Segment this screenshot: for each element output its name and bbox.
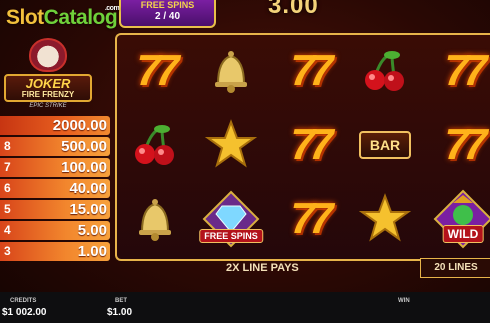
reel-area: 77 FREE SPINS 77 77 77 BAR 77 77 WILD bbox=[115, 33, 490, 261]
game-logo: JOKER FIRE FRENZY EPIC STRIKE bbox=[4, 38, 92, 110]
total-win-display: 3.00 bbox=[268, 0, 319, 19]
free-spins-count: 2 / 40 bbox=[154, 11, 181, 22]
line-pays-label: 2X LINE PAYS bbox=[226, 262, 299, 274]
paytable-row: 6 40.00 bbox=[0, 179, 110, 198]
pay-value: 500.00 bbox=[61, 138, 107, 155]
seven-icon: 77 bbox=[444, 46, 488, 95]
pay-value: 2000.00 bbox=[52, 117, 107, 134]
seven-symbol: 77 bbox=[277, 39, 341, 103]
free-spins-symbol-label: FREE SPINS bbox=[199, 229, 263, 243]
pay-value: 15.00 bbox=[69, 201, 107, 218]
pay-count: 5 bbox=[4, 202, 11, 216]
bar-label: BAR bbox=[359, 131, 411, 159]
seven-icon: 77 bbox=[444, 120, 488, 169]
free-spins-title: FREE SPINS bbox=[140, 0, 195, 10]
paytable-row: 3 1.00 bbox=[0, 242, 110, 261]
bell-symbol bbox=[123, 187, 187, 251]
paytable-row: 4 5.00 bbox=[0, 221, 110, 240]
bell-symbol bbox=[199, 39, 263, 103]
paytable-row: 7 100.00 bbox=[0, 158, 110, 177]
bell-icon bbox=[139, 199, 171, 241]
seven-symbol: 77 bbox=[431, 113, 490, 177]
bell-icon bbox=[215, 51, 247, 93]
bar-symbol: BAR bbox=[353, 113, 417, 177]
wild-symbol-label: WILD bbox=[442, 225, 484, 243]
star-symbol bbox=[353, 187, 417, 251]
paytable-row: 5 15.00 bbox=[0, 200, 110, 219]
seven-icon: 77 bbox=[290, 120, 334, 169]
free-spins-counter: FREE SPINS 2 / 40 bbox=[119, 0, 216, 28]
cherry-icon bbox=[135, 125, 174, 165]
pay-value: 100.00 bbox=[61, 159, 107, 176]
pay-count: 6 bbox=[4, 181, 11, 195]
game-title-box: JOKER FIRE FRENZY bbox=[4, 74, 92, 102]
seven-icon: 77 bbox=[136, 46, 180, 95]
bet-value: $1.00 bbox=[107, 307, 133, 318]
pay-count: 8 bbox=[4, 139, 11, 153]
watermark-part1: Slot bbox=[6, 6, 44, 29]
cherry-symbol bbox=[123, 113, 187, 177]
star-icon bbox=[205, 119, 257, 168]
paytable: 2000.00 8 500.00 7 100.00 6 40.00 5 15.00 45… bbox=[0, 116, 110, 263]
seven-symbol: 77 bbox=[277, 187, 341, 251]
game-title-line1: JOKER bbox=[25, 76, 71, 91]
watermark-logo: SlotCatalog .com bbox=[6, 5, 120, 30]
cherry-symbol bbox=[353, 39, 417, 103]
seven-icon: 77 bbox=[290, 194, 334, 243]
pay-value: 40.00 bbox=[69, 180, 107, 197]
seven-symbol: 77 bbox=[431, 39, 490, 103]
lines-button[interactable]: 20 LINES bbox=[420, 258, 490, 278]
star-icon bbox=[359, 193, 411, 242]
game-title-line2: FIRE FRENZY bbox=[21, 90, 75, 99]
epic-strike-tag: EPIC STRIKE bbox=[29, 103, 67, 109]
credits-label: CREDITS bbox=[10, 298, 37, 304]
paytable-row: 8 500.00 bbox=[0, 137, 110, 156]
jester-icon bbox=[29, 38, 67, 72]
star-symbol bbox=[199, 113, 263, 177]
seven-symbol: 77 bbox=[123, 39, 187, 103]
seven-symbol: 77 bbox=[277, 113, 341, 177]
paytable-row: 2000.00 bbox=[0, 116, 110, 135]
cherry-icon bbox=[365, 51, 404, 91]
credits-value: $1 002.00 bbox=[2, 307, 47, 318]
watermark-suffix: .com bbox=[104, 5, 120, 12]
pay-count: 3 bbox=[4, 244, 11, 258]
wild-symbol: WILD bbox=[431, 187, 490, 251]
pay-value: 5.00 bbox=[77, 222, 107, 239]
bet-label: BET bbox=[115, 298, 127, 304]
bottom-bar: CREDITS $1 002.00 BET $1.00 WIN bbox=[0, 292, 490, 323]
diamond-symbol: FREE SPINS bbox=[199, 187, 263, 251]
seven-icon: 77 bbox=[290, 46, 334, 95]
pay-count: 7 bbox=[4, 160, 11, 174]
win-label: WIN bbox=[398, 298, 410, 304]
pay-count: 4 bbox=[4, 223, 11, 237]
pay-value: 1.00 bbox=[77, 243, 107, 260]
